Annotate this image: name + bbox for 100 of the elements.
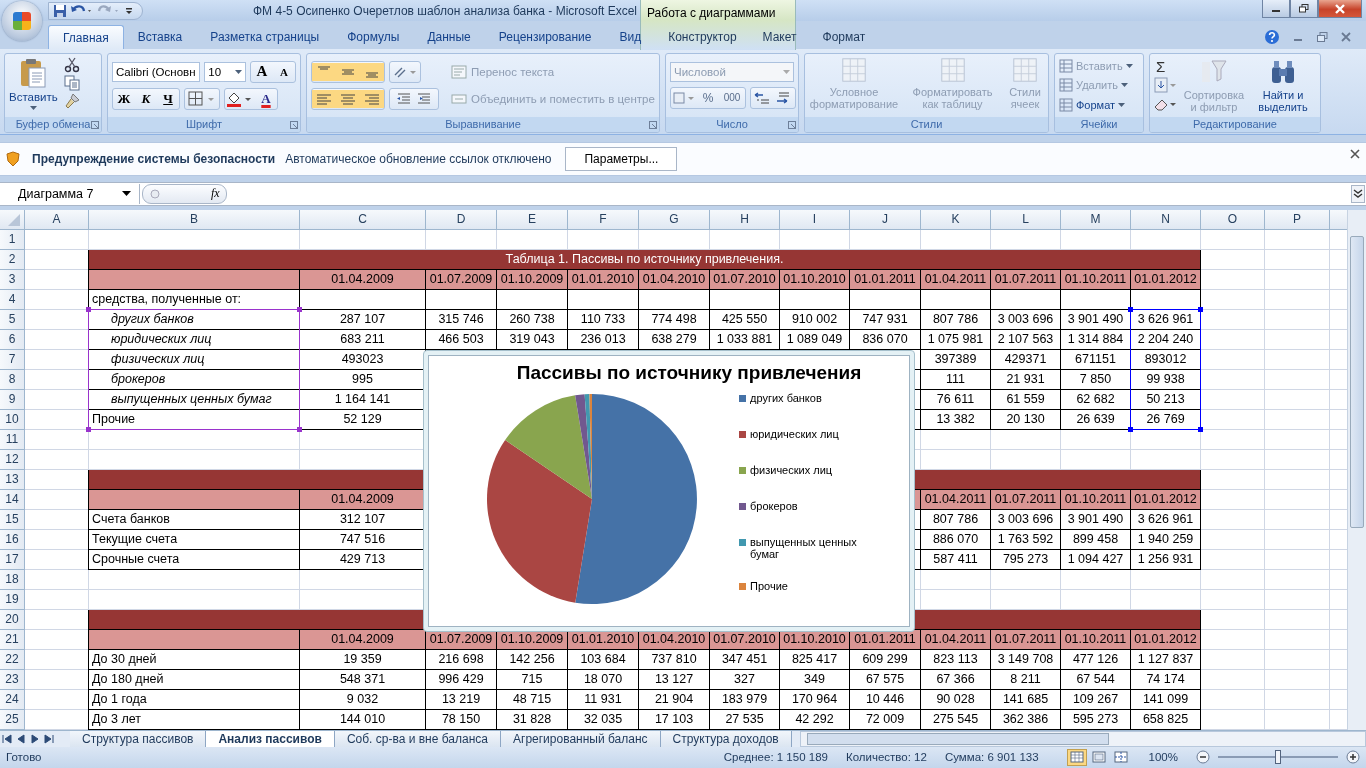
row-header[interactable]: 16 xyxy=(0,529,25,550)
ribbon-tab[interactable]: Рецензирование xyxy=(484,24,606,49)
select-all-icon[interactable] xyxy=(0,209,25,230)
row-header[interactable]: 21 xyxy=(0,629,25,650)
column-header[interactable]: J xyxy=(850,209,921,230)
zoom-out-icon[interactable] xyxy=(1196,750,1210,765)
row-header[interactable]: 1 xyxy=(0,229,25,250)
italic-button[interactable]: К xyxy=(135,89,157,108)
restore-icon[interactable] xyxy=(1299,4,1309,13)
horizontal-scrollbar[interactable] xyxy=(799,730,1366,747)
row-header[interactable]: 9 xyxy=(0,389,25,410)
row-header[interactable]: 24 xyxy=(0,689,25,710)
ribbon-tab[interactable]: Макет xyxy=(749,24,810,49)
paste-button[interactable]: Вставить xyxy=(9,56,58,114)
brush-icon[interactable] xyxy=(63,92,80,109)
chart-area[interactable]: Пассивы по источнику привлечения других банков юридических лиц физических лиц брокеров выпущенных ценных бумаг Прочие xyxy=(423,349,915,632)
dialog-launcher-icon[interactable] xyxy=(290,120,298,129)
column-header[interactable]: P xyxy=(1265,209,1330,230)
sheet-tab[interactable]: Соб. ср-ва и вне баланса xyxy=(334,730,501,747)
vertical-scrollbar[interactable] xyxy=(1347,209,1366,730)
dialog-launcher-icon[interactable] xyxy=(91,120,99,129)
shrink-font-button[interactable]: A xyxy=(273,62,295,81)
row-header[interactable]: 7 xyxy=(0,349,25,370)
ribbon-tab[interactable]: Формат xyxy=(809,24,879,49)
dialog-launcher-icon[interactable] xyxy=(649,120,657,129)
row-header[interactable]: 8 xyxy=(0,369,25,390)
expand-icon[interactable] xyxy=(1351,184,1365,203)
column-header[interactable]: N xyxy=(1131,209,1201,230)
column-header[interactable]: H xyxy=(710,209,780,230)
column-header[interactable]: I xyxy=(780,209,850,230)
dialog-launcher-icon[interactable] xyxy=(788,120,796,129)
options-button[interactable]: Параметры... xyxy=(565,146,678,171)
minimize-button[interactable] xyxy=(1262,0,1290,18)
column-header[interactable]: E xyxy=(497,209,568,230)
caret-icon[interactable] xyxy=(235,69,242,74)
editing-button[interactable]: Найти и выделить xyxy=(1250,56,1316,114)
ribbon-tab[interactable]: Данные xyxy=(413,24,485,49)
sheet-tab[interactable]: Агрегированный баланс xyxy=(501,730,661,747)
column-header[interactable]: C xyxy=(300,209,426,230)
sheet-tab[interactable]: Структура доходов xyxy=(660,730,792,747)
row-header[interactable]: 14 xyxy=(0,489,25,510)
help-icon[interactable] xyxy=(1264,28,1280,45)
column-header[interactable]: F xyxy=(568,209,639,230)
insert-function-button[interactable]: fx xyxy=(211,186,220,202)
row-header[interactable]: 13 xyxy=(0,469,25,490)
ribbon-tab[interactable]: Формулы xyxy=(333,24,414,49)
row-header[interactable]: 10 xyxy=(0,409,25,430)
column-header[interactable]: B xyxy=(89,209,300,230)
clipboard-icon[interactable] xyxy=(18,56,49,89)
ribbon-tab[interactable]: Главная xyxy=(48,24,124,49)
cells-button[interactable]: Формат xyxy=(1059,96,1139,114)
row-header[interactable]: 2 xyxy=(0,249,25,270)
row-header[interactable]: 23 xyxy=(0,669,25,690)
row-header[interactable]: 25 xyxy=(0,709,25,730)
font-size-field[interactable]: 10 xyxy=(204,61,246,82)
row-header[interactable]: 5 xyxy=(0,309,25,330)
zoom-slider-thumb[interactable] xyxy=(1275,750,1281,765)
sheet-tab[interactable]: Анализ пассивов xyxy=(206,730,335,747)
office-button[interactable] xyxy=(2,1,42,41)
name-box[interactable]: Диаграмма 7 xyxy=(0,183,140,204)
row-header[interactable]: 17 xyxy=(0,549,25,570)
bold-button[interactable]: Ж xyxy=(113,89,135,108)
maximize-button[interactable] xyxy=(1290,0,1318,18)
thousands-button[interactable]: 000 xyxy=(719,88,745,107)
column-header[interactable]: D xyxy=(426,209,497,230)
ribbon-tab[interactable]: Вставка xyxy=(123,24,197,49)
row-header[interactable]: 18 xyxy=(0,569,25,590)
column-header[interactable]: O xyxy=(1201,209,1265,230)
close-button[interactable] xyxy=(1318,0,1362,18)
row-header[interactable]: 22 xyxy=(0,649,25,670)
row-header[interactable]: 3 xyxy=(0,269,25,290)
ribbon-tab[interactable]: Конструктор xyxy=(655,24,750,49)
caret-icon[interactable] xyxy=(122,191,131,197)
column-header[interactable]: L xyxy=(991,209,1061,230)
row-header[interactable]: 15 xyxy=(0,509,25,530)
row-header[interactable]: 11 xyxy=(0,429,25,450)
zoom-in-icon[interactable] xyxy=(1346,750,1360,765)
column-header[interactable]: A xyxy=(25,209,89,230)
align-top-icon[interactable] xyxy=(312,62,384,81)
close-icon[interactable] xyxy=(1350,148,1360,159)
save-icon[interactable] xyxy=(53,3,67,18)
cells-icon[interactable] xyxy=(1059,97,1073,112)
handle-icon[interactable] xyxy=(149,187,161,200)
autosum-button[interactable]: Σ xyxy=(1152,57,1178,76)
column-header[interactable]: K xyxy=(921,209,991,230)
ribbon-tab[interactable]: Вид xyxy=(605,24,656,49)
row-header[interactable]: 12 xyxy=(0,449,25,470)
scissors-icon[interactable] xyxy=(63,56,80,73)
align-left-icon[interactable] xyxy=(312,89,384,108)
grow-font-button[interactable]: A xyxy=(251,62,273,81)
column-header[interactable]: M xyxy=(1061,209,1131,230)
underline-button[interactable]: Ч xyxy=(157,89,179,108)
percent-button[interactable]: % xyxy=(697,88,719,107)
row-header[interactable]: 20 xyxy=(0,609,25,630)
column-header[interactable]: G xyxy=(639,209,710,230)
row-header[interactable]: 19 xyxy=(0,589,25,610)
font-name-field[interactable]: Calibri (Основн xyxy=(112,61,201,82)
ribbon-tab[interactable]: Разметка страницы xyxy=(196,24,334,49)
sheet-tab[interactable]: Структура пассивов xyxy=(70,730,207,747)
row-header[interactable]: 4 xyxy=(0,289,25,310)
